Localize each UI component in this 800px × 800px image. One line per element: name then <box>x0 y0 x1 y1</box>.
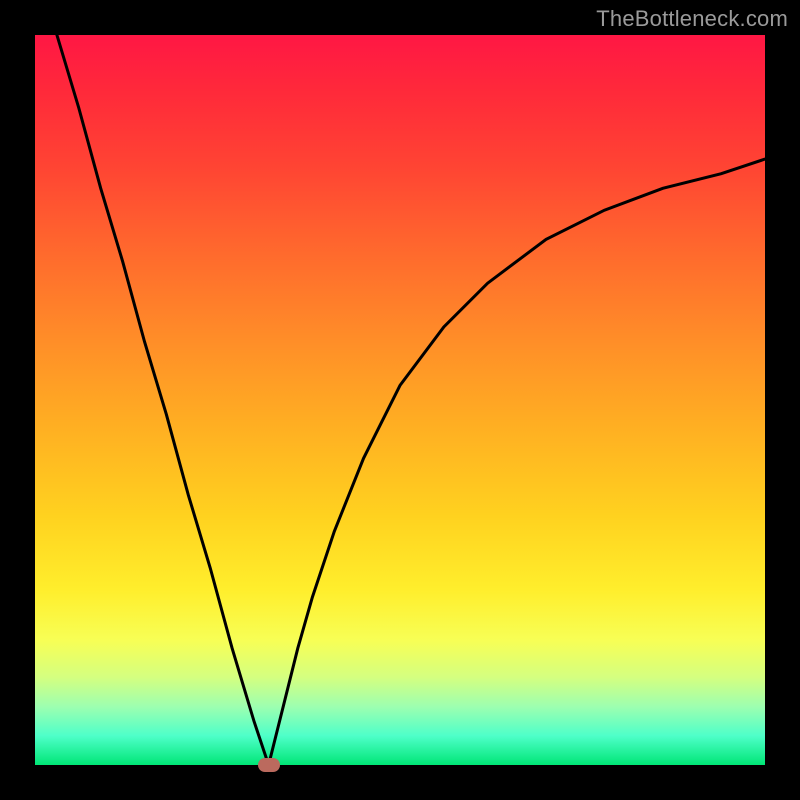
watermark-text: TheBottleneck.com <box>596 6 788 32</box>
chart-frame: TheBottleneck.com <box>0 0 800 800</box>
curve-right-branch <box>269 159 765 765</box>
curve-layer <box>35 35 765 765</box>
curve-left-branch <box>57 35 269 765</box>
minimum-marker <box>258 758 280 772</box>
